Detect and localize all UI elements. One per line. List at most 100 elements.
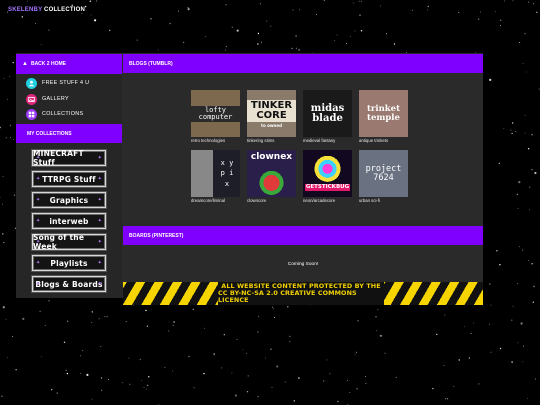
star <box>524 115 526 117</box>
star <box>511 319 513 321</box>
sidebar-item-collections[interactable]: COLLECTIONS <box>26 108 83 120</box>
blog-tile-clowncore[interactable]: clownex clowncore <box>247 150 296 203</box>
blog-caption: retro technologies <box>191 138 226 143</box>
star <box>204 327 206 329</box>
star <box>100 346 102 348</box>
blog-tile-urban-sci-fi[interactable]: project 7624 urban sci-fi <box>359 150 408 203</box>
star <box>525 71 527 73</box>
sidebar-item-gallery[interactable]: GALLERY <box>26 93 69 105</box>
star <box>358 0 360 2</box>
star <box>259 3 261 5</box>
star <box>516 193 518 196</box>
star <box>532 301 534 303</box>
star <box>2 203 4 205</box>
star <box>529 186 531 188</box>
site-title: SKELENBY COLLECTION <box>8 7 85 13</box>
star <box>295 35 297 37</box>
person-icon <box>26 77 37 89</box>
star <box>346 43 348 44</box>
star <box>21 16 23 18</box>
collection-button-interweb[interactable]: ✦ interweb ✦ <box>32 213 106 229</box>
star <box>360 30 363 32</box>
star <box>458 359 460 361</box>
star <box>276 365 279 368</box>
site-title-part-b: COLLECTION <box>42 7 86 13</box>
star <box>66 372 69 375</box>
sparkle-icon: ✦ <box>97 239 102 245</box>
boards-header-label: BOARDS (PINTEREST) <box>129 232 184 239</box>
back-home-link[interactable]: ▲ BACK 2 HOME <box>16 54 122 74</box>
star <box>3 241 5 244</box>
star <box>182 41 185 44</box>
star <box>26 0 28 2</box>
star <box>354 353 356 355</box>
star <box>334 39 336 41</box>
star <box>538 88 540 90</box>
star <box>48 29 50 31</box>
star <box>292 9 294 11</box>
blog-tile-tinkering-stims[interactable]: TINKER CORE to owned tinkering stims <box>247 90 296 143</box>
sparkle-icon: ✦ <box>97 260 102 266</box>
star <box>203 372 205 375</box>
sidebar-item-free-stuff[interactable]: FREE STUFF 4 U <box>26 77 89 89</box>
star <box>12 138 14 140</box>
star <box>236 29 239 32</box>
blog-tile-antique-trinkets[interactable]: trinket temple antique trinkets <box>359 90 408 143</box>
blog-thumbnail-text: midas blade <box>310 102 345 124</box>
star <box>517 342 519 344</box>
star <box>85 5 87 8</box>
star <box>515 131 517 133</box>
star <box>522 361 524 363</box>
blog-caption: tinkering stims <box>247 138 275 143</box>
star <box>365 382 367 384</box>
star <box>494 11 496 13</box>
star <box>535 378 537 380</box>
star <box>5 137 8 139</box>
collection-button-playlists[interactable]: ✦ Playlists ✦ <box>32 255 106 271</box>
star <box>98 318 100 320</box>
star <box>522 249 524 251</box>
star <box>104 316 106 318</box>
blog-thumbnail-text: GETSTICKBUG <box>304 183 351 191</box>
collection-button-ttrpg[interactable]: ✦ TTRPG Stuff ✦ <box>32 171 106 187</box>
star <box>284 381 286 383</box>
star <box>479 11 481 13</box>
sparkle-icon: ✦ <box>97 155 102 161</box>
star <box>444 398 446 400</box>
blog-tile-dreamcore-liminal[interactable]: x y p i x dreamcore/liminal <box>191 150 240 203</box>
star <box>145 309 147 312</box>
collection-button-blogs-boards[interactable]: ✦ Blogs & Boards ✦ <box>32 276 106 292</box>
star <box>6 357 8 359</box>
star <box>350 35 351 37</box>
star <box>524 32 526 35</box>
collection-button-graphics[interactable]: ✦ Graphics ✦ <box>32 192 106 208</box>
star <box>91 311 94 313</box>
star <box>246 391 249 393</box>
blog-thumbnail: x y p i x <box>191 150 240 197</box>
collection-button-song-of-the-week[interactable]: ✦ Song of the Week ✦ <box>32 233 106 251</box>
blog-tile-retro-technologies[interactable]: lofty computer retro technologies <box>191 90 240 143</box>
star <box>499 347 502 350</box>
collection-button-minecraft[interactable]: ✦ MINECRAFT Stuff ✦ <box>32 149 106 167</box>
blog-tile-neon-arcadecore[interactable]: GETSTICKBUG neon/arcadecore <box>303 150 352 203</box>
star <box>0 196 1 198</box>
star <box>188 355 190 358</box>
star <box>101 389 103 391</box>
star <box>463 326 465 328</box>
star <box>225 46 227 48</box>
star <box>109 29 111 32</box>
star <box>536 11 538 13</box>
star <box>91 398 93 400</box>
collection-button-label: Playlists <box>50 258 88 268</box>
blog-thumbnail: project 7624 <box>359 150 408 197</box>
blog-tile-medieval-fantasy[interactable]: midas blade medieval fantasy <box>303 90 352 143</box>
star <box>258 315 260 317</box>
star <box>272 308 274 310</box>
site-title-part-a: SKELENBY <box>8 7 43 13</box>
star <box>291 47 293 50</box>
collection-button-label: TTRPG Stuff <box>42 174 96 184</box>
star <box>148 376 150 378</box>
star <box>289 335 291 338</box>
sparkle-icon: ✦ <box>97 218 102 224</box>
star <box>356 351 358 353</box>
